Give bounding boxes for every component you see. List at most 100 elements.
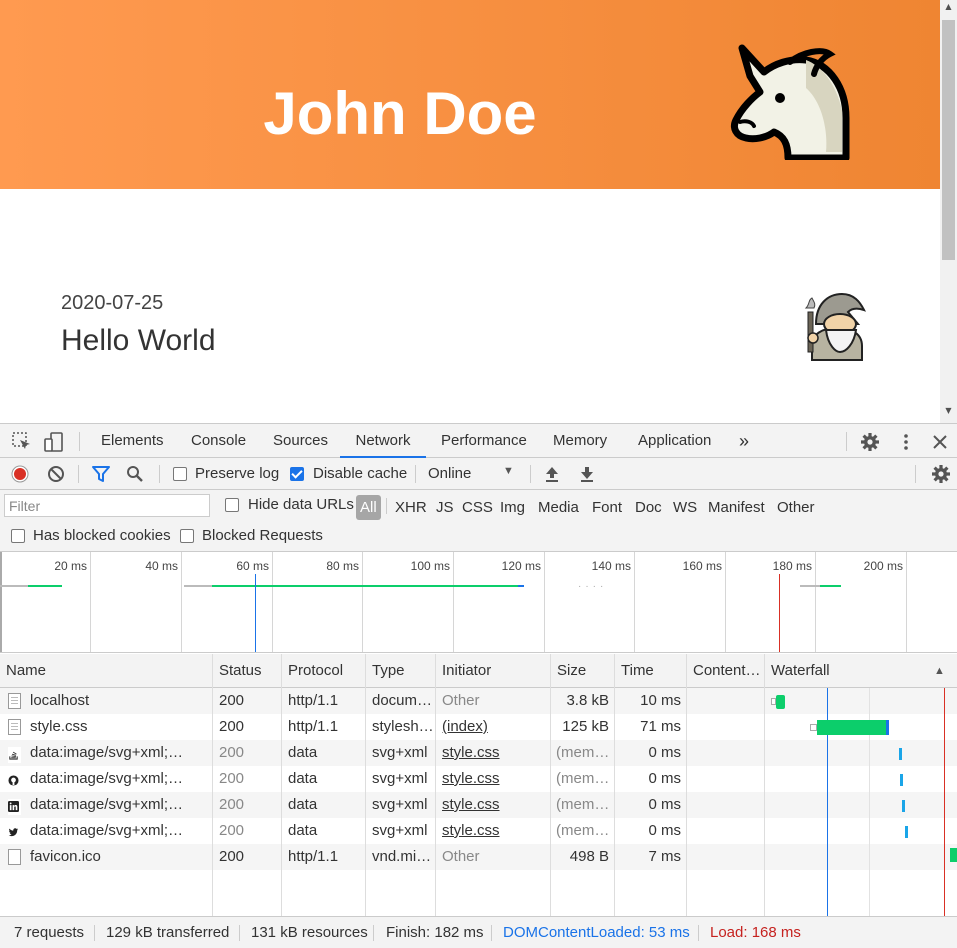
blocked-requests-checkbox[interactable]: [180, 529, 194, 543]
hero-title: John Doe: [263, 80, 537, 147]
type-filter-media[interactable]: Media: [538, 497, 579, 519]
request-name[interactable]: localhost: [30, 688, 210, 714]
summary-requests: 7 requests: [14, 924, 85, 941]
request-type: docum…: [372, 692, 432, 709]
blocked-requests-label[interactable]: Blocked Requests: [202, 527, 323, 544]
tab-application[interactable]: Application: [636, 424, 713, 458]
record-icon[interactable]: [11, 465, 29, 483]
request-initiator[interactable]: style.css: [442, 792, 547, 818]
request-name[interactable]: data:image/svg+xml;…: [30, 792, 210, 818]
post-title[interactable]: Hello World: [61, 324, 216, 358]
more-tabs-button[interactable]: »: [737, 424, 751, 458]
clear-icon[interactable]: [47, 465, 65, 483]
export-har-icon[interactable]: [578, 465, 596, 483]
type-filter-other[interactable]: Other: [777, 497, 815, 519]
column-header-size[interactable]: Size: [551, 654, 614, 688]
page-scrollbar[interactable]: ▲ ▼: [940, 0, 957, 423]
type-filter-css[interactable]: CSS: [462, 497, 493, 519]
has-blocked-cookies-label[interactable]: Has blocked cookies: [33, 527, 171, 544]
request-type: stylesh…: [372, 718, 432, 735]
type-filter-doc[interactable]: Doc: [635, 497, 662, 519]
filter-input[interactable]: [4, 494, 210, 517]
overview-bar-download: [820, 585, 841, 587]
summary-transferred: 129 kB transferred: [106, 924, 230, 941]
device-toolbar-icon[interactable]: [44, 432, 64, 452]
type-filter-ws[interactable]: WS: [673, 497, 697, 519]
request-name[interactable]: data:image/svg+xml;…: [30, 740, 210, 766]
divider: [698, 925, 699, 941]
tab-elements[interactable]: Elements: [99, 424, 166, 458]
type-filter-img[interactable]: Img: [500, 497, 525, 519]
has-blocked-cookies-checkbox[interactable]: [11, 529, 25, 543]
request-name[interactable]: favicon.ico: [30, 844, 210, 870]
request-protocol: data: [288, 796, 318, 813]
overview-bar-end: [518, 585, 524, 587]
request-size: 125 kB: [562, 718, 609, 735]
column-header-content[interactable]: Content…: [687, 654, 764, 688]
request-initiator[interactable]: (index): [442, 714, 547, 740]
column-header-status[interactable]: Status: [213, 654, 281, 688]
column-header-protocol[interactable]: Protocol: [282, 654, 366, 688]
column-divider: [614, 654, 615, 916]
inspect-element-icon[interactable]: [12, 432, 32, 452]
overview-tick-label: 120 ms: [501, 559, 541, 573]
scroll-down-icon[interactable]: ▼: [940, 404, 957, 418]
post-date: 2020-07-25: [61, 292, 164, 314]
divider: [94, 925, 95, 941]
request-size: 3.8 kB: [566, 692, 609, 709]
dropdown-arrow-icon[interactable]: ▼: [503, 465, 514, 477]
column-divider: [435, 654, 436, 916]
tab-console[interactable]: Console: [189, 424, 248, 458]
scrollbar-thumb[interactable]: [942, 20, 955, 260]
filter-icon[interactable]: [91, 465, 111, 483]
request-name[interactable]: data:image/svg+xml;…: [30, 766, 210, 792]
request-protocol: data: [288, 770, 318, 787]
sort-ascending-icon[interactable]: ▲: [934, 665, 945, 677]
throttling-select[interactable]: Online: [428, 465, 471, 482]
disable-cache-checkbox[interactable]: [290, 467, 304, 481]
close-devtools-icon[interactable]: [930, 432, 950, 452]
request-protocol: data: [288, 744, 318, 761]
disable-cache-label[interactable]: Disable cache: [313, 465, 407, 482]
overview-tick-label: 200 ms: [863, 559, 903, 573]
request-size: 498 B: [569, 848, 609, 865]
tab-memory[interactable]: Memory: [551, 424, 609, 458]
type-filter-xhr[interactable]: XHR: [395, 497, 427, 519]
request-name[interactable]: data:image/svg+xml;…: [30, 818, 210, 844]
scroll-up-icon[interactable]: ▲: [940, 0, 957, 14]
type-filter-all[interactable]: All: [356, 495, 381, 520]
preserve-log-label[interactable]: Preserve log: [195, 465, 279, 482]
request-initiator[interactable]: style.css: [442, 766, 547, 792]
overview-tick-label: 140 ms: [591, 559, 631, 573]
network-settings-icon[interactable]: [931, 464, 951, 484]
tab-performance[interactable]: Performance: [439, 424, 529, 458]
column-divider: [686, 654, 687, 916]
request-name[interactable]: style.css: [30, 714, 210, 740]
hide-data-urls-checkbox[interactable]: [225, 498, 239, 512]
tab-sources[interactable]: Sources: [271, 424, 330, 458]
devtools-tab-strip: Elements Console Sources Network Perform…: [0, 423, 957, 458]
overview-tick-label: 20 ms: [54, 559, 87, 573]
request-initiator[interactable]: style.css: [442, 818, 547, 844]
type-filter-js[interactable]: JS: [436, 497, 454, 519]
divider: [159, 465, 160, 483]
divider: [915, 465, 916, 483]
column-header-name[interactable]: Name: [0, 654, 212, 688]
search-icon[interactable]: [126, 465, 144, 483]
column-header-time[interactable]: Time: [615, 654, 686, 688]
network-summary-bar: 7 requests 129 kB transferred 131 kB res…: [0, 916, 957, 948]
request-initiator[interactable]: style.css: [442, 740, 547, 766]
column-header-waterfall[interactable]: Waterfall: [765, 654, 925, 688]
kebab-menu-icon[interactable]: [896, 432, 916, 452]
summary-dom-content-loaded: DOMContentLoaded: 53 ms: [503, 924, 690, 941]
tab-network[interactable]: Network: [340, 424, 426, 458]
hide-data-urls-label[interactable]: Hide data URLs: [248, 496, 354, 513]
overview-timeline[interactable]: 20 ms 40 ms 60 ms 80 ms 100 ms 120 ms 14…: [0, 552, 957, 653]
column-header-type[interactable]: Type: [366, 654, 435, 688]
import-har-icon[interactable]: [543, 465, 561, 483]
type-filter-font[interactable]: Font: [592, 497, 622, 519]
settings-gear-icon[interactable]: [860, 432, 880, 452]
preserve-log-checkbox[interactable]: [173, 467, 187, 481]
column-header-initiator[interactable]: Initiator: [436, 654, 550, 688]
type-filter-manifest[interactable]: Manifest: [708, 497, 765, 519]
